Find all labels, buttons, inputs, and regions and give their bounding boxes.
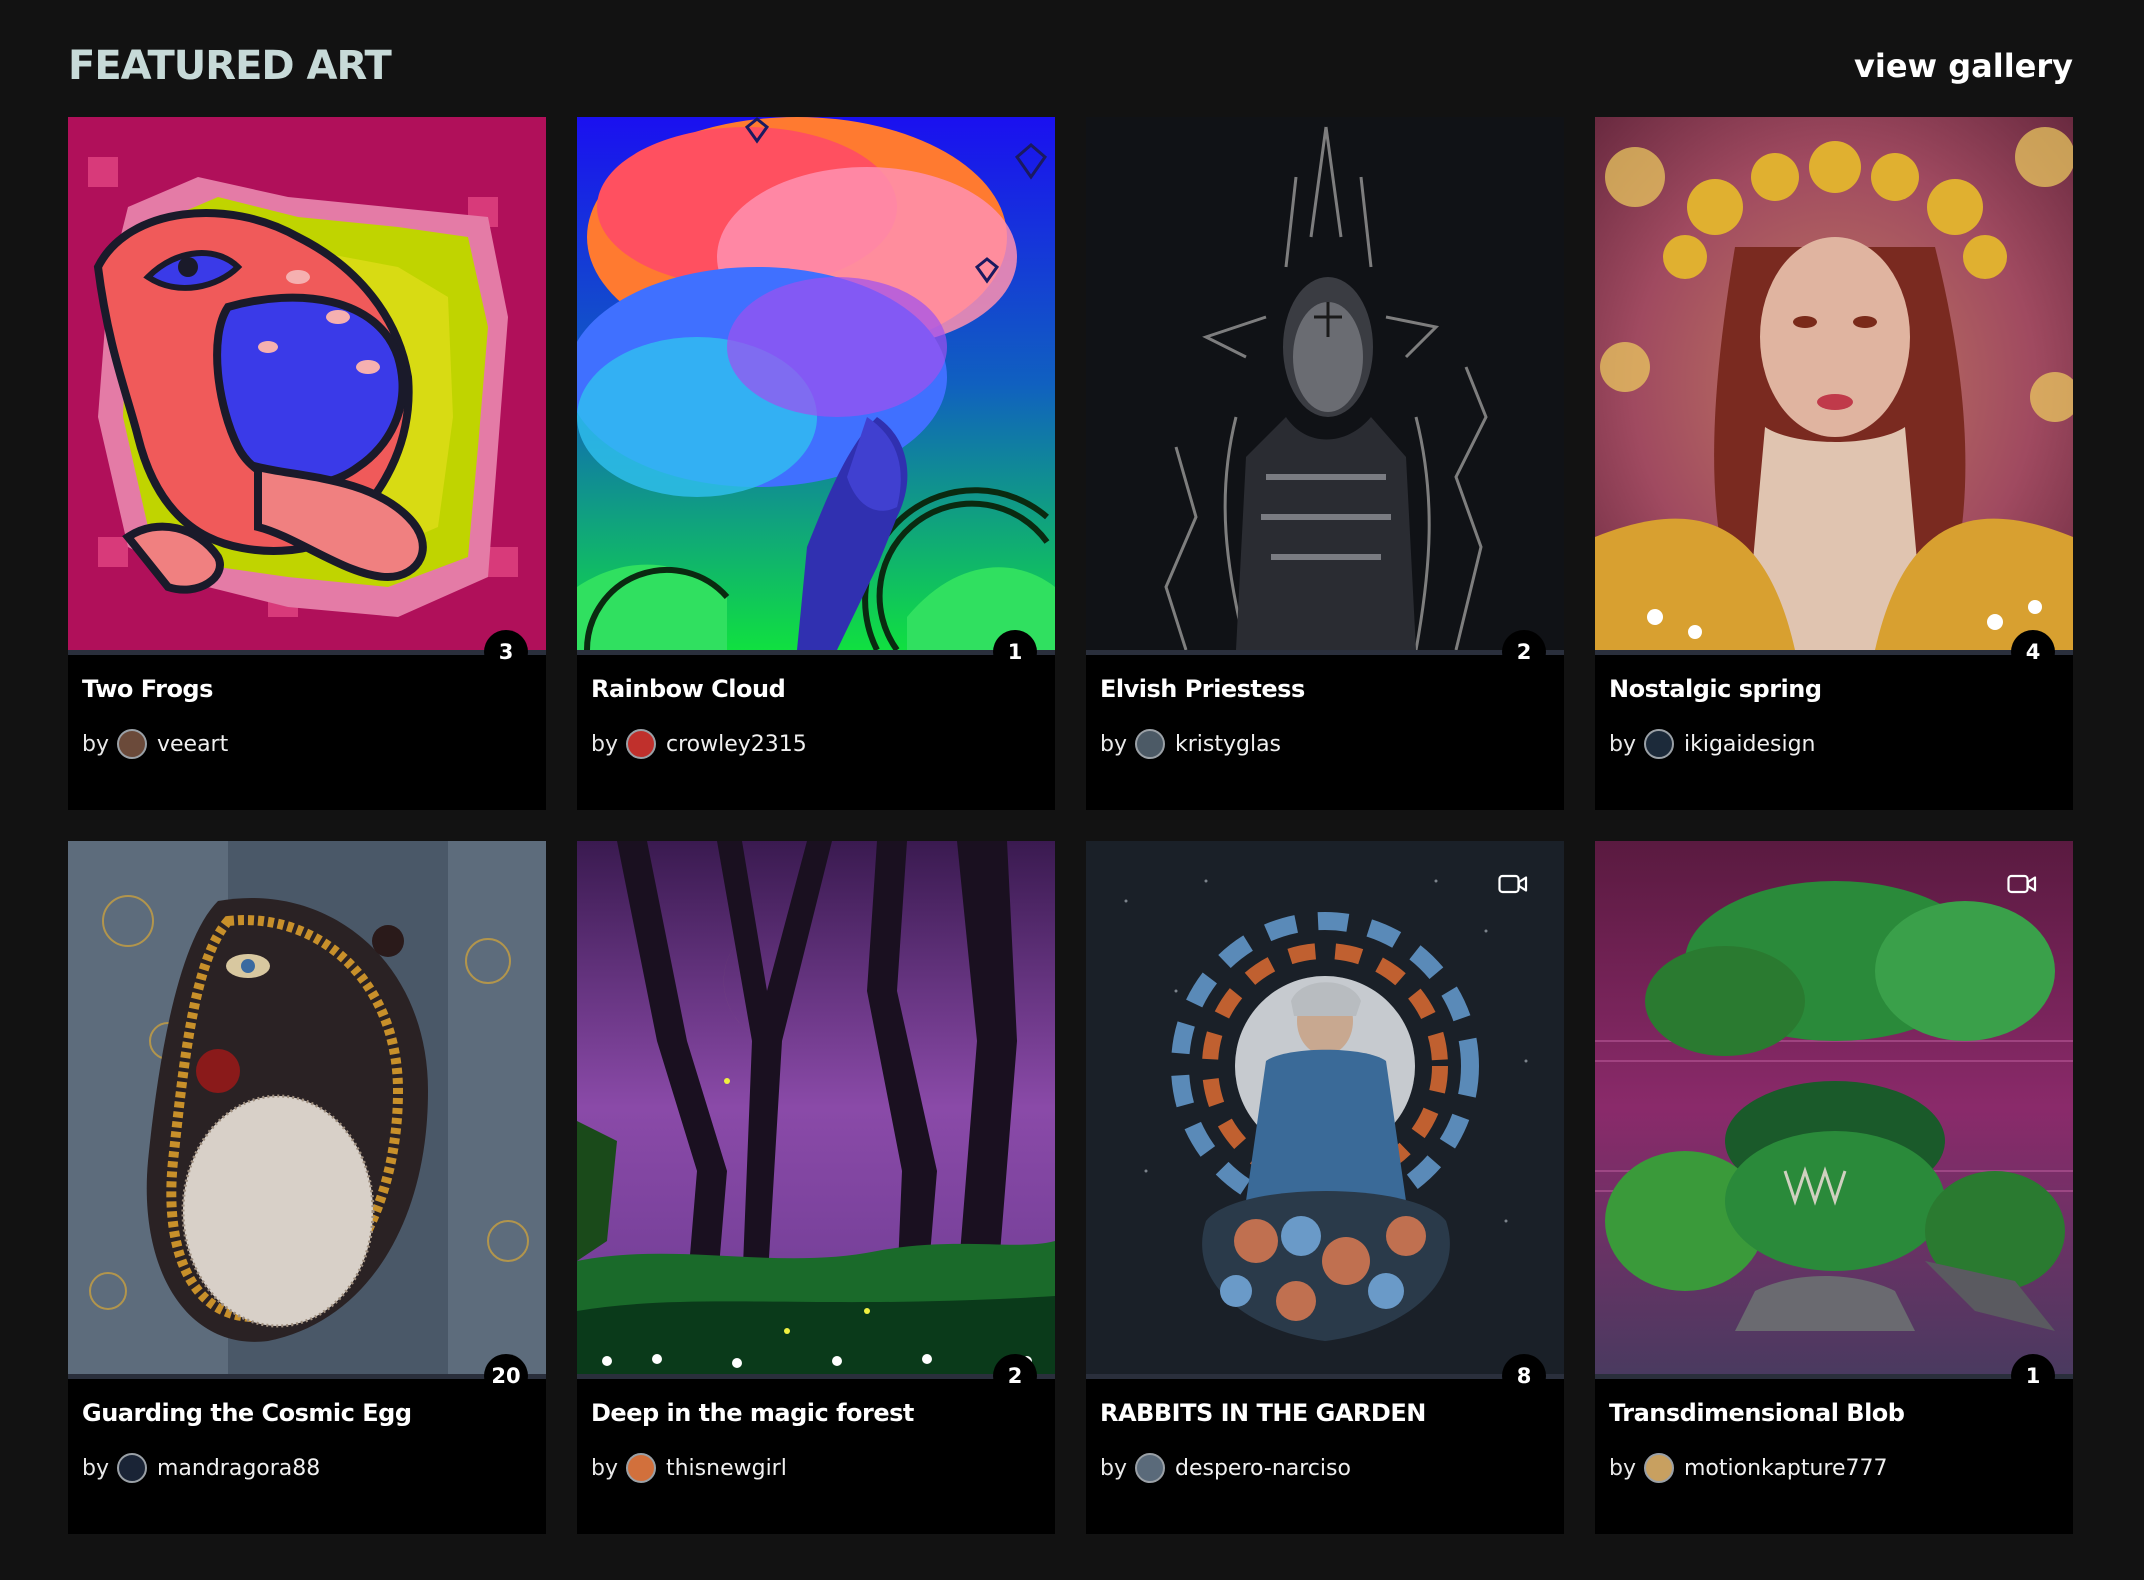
artist-username[interactable]: thisnewgirl <box>666 1456 787 1481</box>
artist-byline: by thisnewgirl <box>591 1453 1041 1483</box>
card-info: Transdimensional Blob by motionkapture77… <box>1595 1379 2073 1483</box>
artist-byline: by veeart <box>82 729 532 759</box>
artist-avatar[interactable] <box>625 1453 656 1483</box>
artist-avatar[interactable] <box>116 729 147 759</box>
by-label: by <box>82 731 109 757</box>
edition-count-badge: 1 <box>993 630 1037 674</box>
artist-username[interactable]: motionkapture777 <box>1684 1456 1888 1481</box>
art-card[interactable]: 2 Deep in the magic forest by thisnewgir… <box>577 841 1055 1534</box>
art-card[interactable]: 4 Nostalgic spring by ikigaidesign <box>1595 117 2073 810</box>
art-card[interactable]: 8 RABBITS IN THE GARDEN by despero-narci… <box>1086 841 1564 1534</box>
artist-byline: by despero-narciso <box>1100 1453 1550 1483</box>
artwork-title[interactable]: Elvish Priestess <box>1100 675 1550 703</box>
artwork-image[interactable] <box>577 841 1055 1374</box>
artist-avatar[interactable] <box>1134 1453 1165 1483</box>
artist-username[interactable]: veeart <box>157 732 228 757</box>
artwork-image[interactable] <box>1086 841 1564 1374</box>
card-info: Elvish Priestess by kristyglas <box>1086 655 1564 759</box>
artist-avatar[interactable] <box>1643 729 1674 759</box>
artist-byline: by ikigaidesign <box>1609 729 2059 759</box>
art-card[interactable]: 1 Rainbow Cloud by crowley2315 <box>577 117 1055 810</box>
artist-username[interactable]: kristyglas <box>1175 732 1281 757</box>
card-info: Guarding the Cosmic Egg by mandragora88 <box>68 1379 546 1483</box>
artist-byline: by mandragora88 <box>82 1453 532 1483</box>
by-label: by <box>591 1455 618 1481</box>
art-card[interactable]: 2 Elvish Priestess by kristyglas <box>1086 117 1564 810</box>
artwork-title[interactable]: Deep in the magic forest <box>591 1399 1041 1427</box>
video-icon <box>2007 874 2037 894</box>
card-info: RABBITS IN THE GARDEN by despero-narciso <box>1086 1379 1564 1483</box>
view-gallery-link[interactable]: view gallery <box>1854 47 2073 85</box>
card-info: Deep in the magic forest by thisnewgirl <box>577 1379 1055 1483</box>
artwork-image[interactable] <box>1595 117 2073 650</box>
artwork-title[interactable]: Nostalgic spring <box>1609 675 2059 703</box>
artwork-image[interactable] <box>68 841 546 1374</box>
artist-username[interactable]: despero-narciso <box>1175 1456 1351 1481</box>
section-title: FEATURED ART <box>68 43 392 89</box>
artist-username[interactable]: mandragora88 <box>157 1456 320 1481</box>
artwork-image[interactable] <box>1595 841 2073 1374</box>
by-label: by <box>1100 731 1127 757</box>
edition-count-badge: 20 <box>484 1354 528 1398</box>
by-label: by <box>1100 1455 1127 1481</box>
edition-count-badge: 3 <box>484 630 528 674</box>
artist-username[interactable]: ikigaidesign <box>1684 732 1816 757</box>
edition-count-badge: 1 <box>2011 1354 2055 1398</box>
art-card[interactable]: 1 Transdimensional Blob by motionkapture… <box>1595 841 2073 1534</box>
edition-count-badge: 2 <box>993 1354 1037 1398</box>
artwork-image[interactable] <box>1086 117 1564 650</box>
artist-avatar[interactable] <box>1134 729 1165 759</box>
art-card[interactable]: 20 Guarding the Cosmic Egg by mandragora… <box>68 841 546 1534</box>
art-card[interactable]: 3 Two Frogs by veeart <box>68 117 546 810</box>
section-header: FEATURED ART view gallery <box>68 38 2073 94</box>
artist-byline: by motionkapture777 <box>1609 1453 2059 1483</box>
art-grid: 3 Two Frogs by veeart 1 Rainbow Cloud by… <box>68 117 2073 1534</box>
artist-byline: by kristyglas <box>1100 729 1550 759</box>
by-label: by <box>591 731 618 757</box>
edition-count-badge: 2 <box>1502 630 1546 674</box>
artwork-title[interactable]: Guarding the Cosmic Egg <box>82 1399 532 1427</box>
edition-count-badge: 8 <box>1502 1354 1546 1398</box>
card-info: Rainbow Cloud by crowley2315 <box>577 655 1055 759</box>
artist-username[interactable]: crowley2315 <box>666 732 807 757</box>
artist-avatar[interactable] <box>1643 1453 1674 1483</box>
by-label: by <box>1609 731 1636 757</box>
artwork-title[interactable]: Rainbow Cloud <box>591 675 1041 703</box>
card-info: Two Frogs by veeart <box>68 655 546 759</box>
artwork-image[interactable] <box>577 117 1055 650</box>
by-label: by <box>1609 1455 1636 1481</box>
video-icon <box>1498 874 1528 894</box>
artist-avatar[interactable] <box>625 729 656 759</box>
by-label: by <box>82 1455 109 1481</box>
edition-count-badge: 4 <box>2011 630 2055 674</box>
artist-avatar[interactable] <box>116 1453 147 1483</box>
artwork-image[interactable] <box>68 117 546 650</box>
card-info: Nostalgic spring by ikigaidesign <box>1595 655 2073 759</box>
artwork-title[interactable]: RABBITS IN THE GARDEN <box>1100 1399 1550 1427</box>
artwork-title[interactable]: Transdimensional Blob <box>1609 1399 2059 1427</box>
artwork-title[interactable]: Two Frogs <box>82 675 532 703</box>
artist-byline: by crowley2315 <box>591 729 1041 759</box>
